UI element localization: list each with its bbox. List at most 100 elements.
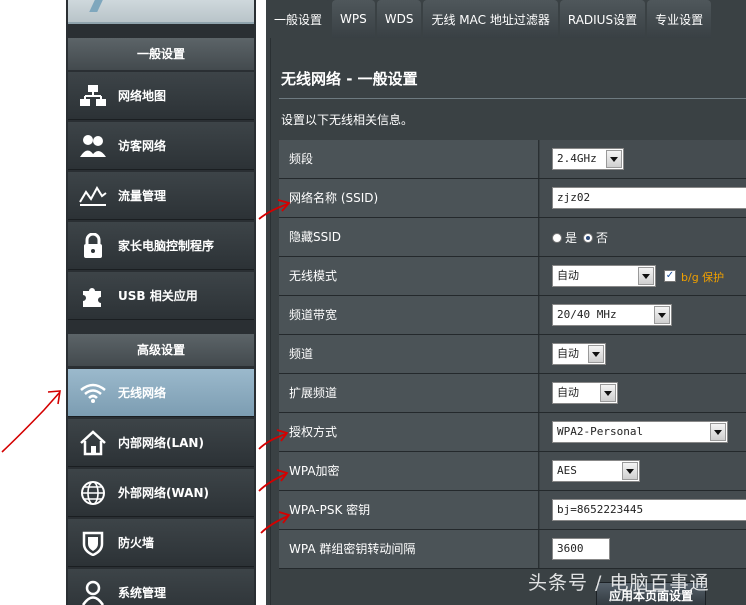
sidebar-item-label: 家长电脑控制程序	[118, 239, 215, 253]
row-auth-method: 授权方式 WPA2-Personal	[279, 413, 746, 452]
auth-method-label: 授权方式	[279, 413, 539, 451]
chevron-down-icon	[606, 150, 622, 168]
wireless-mode-label: 无线模式	[279, 257, 539, 295]
auth-method-select[interactable]: WPA2-Personal	[552, 421, 728, 443]
hide-ssid-yes-radio[interactable]	[552, 232, 562, 243]
sidebar: 一般设置 网络地图 访客网络 流量管理 家长电脑控制程序 USB 相关应用 高级…	[66, 0, 256, 605]
tab-wps[interactable]: WPS	[332, 0, 375, 38]
sidebar-item-label: 系统管理	[118, 586, 167, 600]
guest-network-icon	[68, 122, 118, 170]
bg-protection-label: b/g 保护	[681, 271, 725, 284]
section-header-general: 一般设置	[68, 38, 254, 70]
main-panel: 一般设置 WPS WDS 无线 MAC 地址过滤器 RADIUS设置 专业设置 …	[266, 0, 746, 605]
annotation-arrow-wireless	[1, 390, 61, 453]
sidebar-item-label: 防火墙	[118, 536, 155, 550]
sidebar-item-label: 访客网络	[118, 139, 167, 153]
sidebar-item-usb-apps[interactable]: USB 相关应用	[68, 272, 254, 320]
wpa-psk-input[interactable]: bj=8652223445	[552, 499, 746, 521]
watermark: 头条号 / 电脑百事通	[528, 572, 710, 594]
sidebar-item-label: 外部网络(WAN)	[118, 486, 209, 500]
channel-bandwidth-value: 20/40 MHz	[557, 308, 617, 321]
wpa-encryption-label: WPA加密	[279, 452, 539, 490]
bg-protection-checkbox[interactable]: ✓	[664, 270, 676, 282]
sidebar-item-guest-network[interactable]: 访客网络	[68, 122, 254, 170]
row-hide-ssid: 隐藏SSID 是 否	[279, 218, 746, 257]
sidebar-item-label: 网络地图	[118, 89, 167, 103]
group-key-interval-label: WPA 群组密钥转动间隔	[279, 530, 539, 568]
band-value: 2.4GHz	[557, 152, 597, 165]
extension-channel-label: 扩展频道	[279, 374, 539, 412]
sidebar-item-network-map[interactable]: 网络地图	[68, 72, 254, 120]
wifi-icon	[68, 369, 118, 417]
chevron-down-icon	[622, 462, 638, 480]
hide-ssid-no-radio[interactable]	[583, 232, 594, 243]
chevron-down-icon	[588, 345, 604, 363]
user-admin-icon	[68, 569, 118, 605]
row-wpa-psk: WPA-PSK 密钥 bj=8652223445	[279, 491, 746, 530]
row-band: 频段 2.4GHz	[279, 140, 746, 179]
tab-professional[interactable]: 专业设置	[647, 0, 712, 38]
row-group-key-interval: WPA 群组密钥转动间隔 3600	[279, 530, 746, 569]
traffic-manager-icon	[68, 172, 118, 220]
chevron-down-icon	[710, 423, 726, 441]
parental-control-lock-icon	[68, 222, 118, 270]
hide-ssid-label: 隐藏SSID	[279, 218, 539, 256]
wireless-mode-select[interactable]: 自动	[552, 265, 656, 287]
sidebar-item-label: 内部网络(LAN)	[118, 436, 204, 450]
channel-select[interactable]: 自动	[552, 343, 606, 365]
home-icon	[68, 419, 118, 467]
wireless-mode-value: 自动	[557, 269, 579, 282]
channel-bandwidth-select[interactable]: 20/40 MHz	[552, 304, 672, 326]
sidebar-item-label: 流量管理	[118, 189, 167, 203]
sidebar-item-wan[interactable]: 外部网络(WAN)	[68, 469, 254, 517]
extension-channel-select[interactable]: 自动	[552, 382, 618, 404]
wpa-encryption-select[interactable]: AES	[552, 460, 640, 482]
sidebar-item-parental-control[interactable]: 家长电脑控制程序	[68, 222, 254, 270]
tab-general[interactable]: 一般设置	[266, 0, 331, 38]
sidebar-item-firewall[interactable]: 防火墙	[68, 519, 254, 567]
settings-table: 频段 2.4GHz 网络名称 (SSID) zjz02 隐藏SSID 是 否 无…	[279, 140, 746, 569]
sidebar-item-wireless[interactable]: 无线网络	[68, 369, 254, 417]
page-description: 设置以下无线相关信息。	[281, 113, 414, 127]
group-key-interval-input[interactable]: 3600	[552, 538, 610, 560]
hide-ssid-no-label: 否	[596, 231, 609, 245]
chevron-down-icon	[654, 306, 670, 324]
sidebar-item-lan[interactable]: 内部网络(LAN)	[68, 419, 254, 467]
ssid-label: 网络名称 (SSID)	[279, 179, 539, 217]
page-title: 无线网络 - 一般设置	[281, 70, 418, 88]
band-select[interactable]: 2.4GHz	[552, 148, 624, 170]
content-panel: 无线网络 - 一般设置 设置以下无线相关信息。 频段 2.4GHz 网络名称 (…	[270, 38, 746, 605]
channel-value: 自动	[557, 347, 579, 360]
row-extension-channel: 扩展频道 自动	[279, 374, 746, 413]
sidebar-item-label: USB 相关应用	[118, 289, 198, 303]
row-ssid: 网络名称 (SSID) zjz02	[279, 179, 746, 218]
wpa-psk-label: WPA-PSK 密钥	[279, 491, 539, 529]
band-label: 频段	[279, 140, 539, 178]
tab-bar: 一般设置 WPS WDS 无线 MAC 地址过滤器 RADIUS设置 专业设置	[266, 0, 746, 38]
title-divider	[279, 98, 746, 99]
section-header-advanced: 高级设置	[68, 334, 254, 366]
sidebar-item-traffic-manager[interactable]: 流量管理	[68, 172, 254, 220]
chevron-down-icon	[600, 384, 616, 402]
network-map-icon	[68, 72, 118, 120]
chevron-down-icon	[638, 267, 654, 285]
channel-bandwidth-label: 频道带宽	[279, 296, 539, 334]
sidebar-top-banner	[68, 0, 254, 24]
ssid-input[interactable]: zjz02	[552, 187, 746, 209]
usb-puzzle-icon	[68, 272, 118, 320]
sidebar-item-label: 无线网络	[118, 386, 167, 400]
row-channel: 频道 自动	[279, 335, 746, 374]
tab-mac-filter[interactable]: 无线 MAC 地址过滤器	[423, 0, 558, 38]
auth-method-value: WPA2-Personal	[557, 425, 644, 438]
sidebar-item-admin[interactable]: 系统管理	[68, 569, 254, 605]
wpa-encryption-value: AES	[557, 464, 577, 477]
hide-ssid-radio-group: 是 否	[552, 229, 608, 246]
extension-channel-value: 自动	[557, 386, 579, 399]
channel-label: 频道	[279, 335, 539, 373]
globe-icon	[68, 469, 118, 517]
tab-radius[interactable]: RADIUS设置	[559, 0, 646, 38]
row-wpa-encryption: WPA加密 AES	[279, 452, 746, 491]
hide-ssid-yes-label: 是	[565, 231, 578, 245]
pen-icon	[89, 0, 103, 12]
tab-wds[interactable]: WDS	[376, 0, 422, 38]
